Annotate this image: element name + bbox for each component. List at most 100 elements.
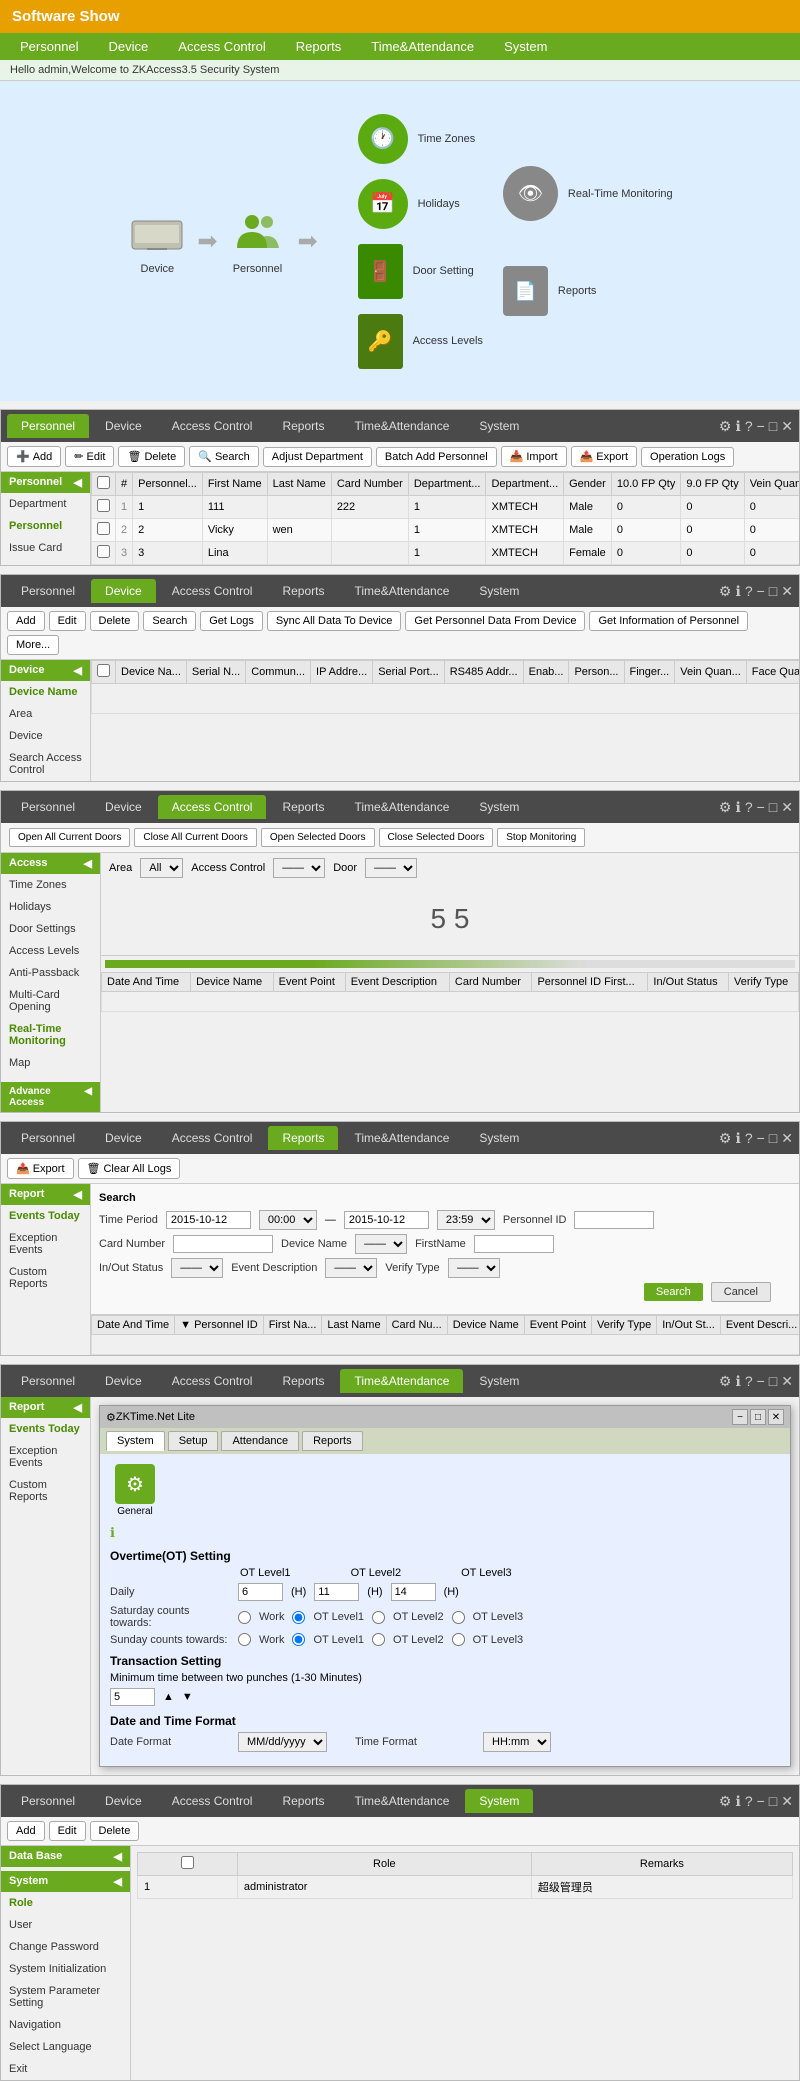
s1-tab-system[interactable]: System (465, 414, 533, 438)
col-firstname[interactable]: First Name (202, 473, 267, 496)
s3-tab-access[interactable]: Access Control (158, 795, 267, 819)
s5-tab-access[interactable]: Access Control (158, 1369, 267, 1393)
sidebar-anti-passback[interactable]: Anti-Passback (1, 962, 100, 984)
col-eventpoint[interactable]: Event Point (273, 973, 345, 992)
maximize-icon[interactable]: □ (769, 1373, 777, 1390)
sidebar-personnel[interactable]: Personnel (1, 515, 90, 537)
close-icon[interactable]: ✕ (781, 583, 793, 600)
nav-item-time-attendance[interactable]: Time&Attendance (371, 39, 474, 54)
sidebar-change-pwd[interactable]: Change Password (1, 1936, 130, 1958)
sidebar-events-today[interactable]: Events Today (1, 1205, 90, 1227)
sidebar-sys-param[interactable]: System Parameter Setting (1, 1980, 130, 2014)
info-icon[interactable]: ℹ (735, 1373, 740, 1390)
s3-tab-system[interactable]: System (465, 795, 533, 819)
minimize-icon[interactable]: − (757, 1373, 765, 1390)
col-remarks[interactable]: Remarks (531, 1853, 792, 1876)
s1-tab-personnel[interactable]: Personnel (7, 414, 89, 438)
sidebar-sys-init[interactable]: System Initialization (1, 1958, 130, 1980)
col-personnelid[interactable]: Personnel... (133, 473, 203, 496)
s6-tab-device[interactable]: Device (91, 1789, 156, 1813)
delete-btn[interactable]: Delete (90, 611, 140, 631)
ta-close-btn[interactable]: ✕ (768, 1409, 784, 1425)
table-row[interactable]: 1 administrator 超级管理员 (138, 1876, 793, 1899)
batch-add-button[interactable]: Batch Add Personnel (376, 447, 497, 467)
settings-icon[interactable]: ⚙ (719, 1130, 732, 1147)
close-icon[interactable]: ✕ (781, 1793, 793, 1810)
help-icon[interactable]: ? (745, 1130, 753, 1147)
close-icon[interactable]: ✕ (781, 418, 793, 435)
ot-level1-daily-input[interactable] (238, 1583, 283, 1601)
sun-ot2-radio[interactable] (372, 1633, 385, 1646)
from-date-input[interactable] (166, 1211, 251, 1229)
sys-toggle[interactable]: ◀ (114, 1875, 122, 1888)
stop-monitoring-btn[interactable]: Stop Monitoring (497, 828, 585, 847)
sidebar-toggle[interactable]: ◀ (74, 1188, 82, 1201)
close-selected-btn[interactable]: Close Selected Doors (379, 828, 494, 847)
clear-logs-btn[interactable]: 🗑 Clear All Logs (78, 1158, 181, 1179)
row-checkbox[interactable] (97, 499, 110, 512)
sidebar-custom[interactable]: Custom Reports (1, 1261, 90, 1295)
col-fp9[interactable]: 9.0 FP Qty (681, 473, 744, 496)
sidebar-issue-card[interactable]: Issue Card (1, 537, 90, 559)
s6-tab-personnel[interactable]: Personnel (7, 1789, 89, 1813)
col-eventdesc[interactable]: Event Description (345, 973, 449, 992)
s4-tab-ta[interactable]: Time&Attendance (340, 1126, 463, 1150)
minimize-icon[interactable]: − (757, 583, 765, 600)
sys-select-all[interactable] (181, 1856, 194, 1869)
export-button[interactable]: 📤 Export (571, 446, 638, 467)
s3-tab-device[interactable]: Device (91, 795, 156, 819)
ta-tab-system[interactable]: System (106, 1431, 165, 1451)
search-button[interactable]: 🔍 Search (189, 446, 259, 467)
nav-item-access-control[interactable]: Access Control (178, 39, 265, 54)
sun-ot1-radio[interactable] (292, 1633, 305, 1646)
sidebar-holidays[interactable]: Holidays (1, 896, 100, 918)
s1-tab-reports[interactable]: Reports (268, 414, 338, 438)
col-verify[interactable]: Verify Type (592, 1316, 657, 1335)
settings-icon[interactable]: ⚙ (719, 799, 732, 816)
sidebar-nav[interactable]: Navigation (1, 2014, 130, 2036)
sidebar-toggle[interactable]: ◀ (74, 1401, 82, 1414)
add-button[interactable]: ➕ Add (7, 446, 61, 467)
col-cardnum[interactable]: Card Number (449, 973, 532, 992)
col-commun[interactable]: Commun... (246, 661, 311, 684)
col-enabled[interactable]: Enab... (523, 661, 569, 684)
sat-ot1-radio[interactable] (292, 1611, 305, 1624)
sys-add-btn[interactable]: Add (7, 1821, 45, 1841)
min-down-btn[interactable]: ▼ (182, 1691, 193, 1703)
col-personnelid[interactable]: ▼ Personnel ID (175, 1316, 264, 1335)
s1-tab-ta[interactable]: Time&Attendance (340, 414, 463, 438)
nav-item-reports[interactable]: Reports (296, 39, 342, 54)
sidebar-exit[interactable]: Exit (1, 2058, 130, 2080)
col-role[interactable]: Role (237, 1853, 531, 1876)
sidebar-search-access[interactable]: Search Access Control (1, 747, 90, 781)
s3-tab-reports[interactable]: Reports (268, 795, 338, 819)
edit-btn[interactable]: Edit (49, 611, 86, 631)
sidebar-language[interactable]: Select Language (1, 2036, 130, 2058)
s5-tab-device[interactable]: Device (91, 1369, 156, 1393)
sidebar-events-today[interactable]: Events Today (1, 1418, 90, 1440)
sidebar-device[interactable]: Device (1, 725, 90, 747)
col-vein[interactable]: Vein Quantity (744, 473, 799, 496)
sidebar-realtime[interactable]: Real-Time Monitoring (1, 1018, 100, 1052)
maximize-icon[interactable]: □ (769, 1793, 777, 1810)
help-icon[interactable]: ? (745, 583, 753, 600)
db-toggle[interactable]: ◀ (114, 1850, 122, 1863)
maximize-icon[interactable]: □ (769, 418, 777, 435)
col-lastname[interactable]: Last Name (322, 1316, 386, 1335)
export-btn[interactable]: 📤 Export (7, 1158, 74, 1179)
col-ip[interactable]: IP Addre... (311, 661, 373, 684)
sidebar-access-levels[interactable]: Access Levels (1, 940, 100, 962)
col-fp10[interactable]: 10.0 FP Qty (611, 473, 681, 496)
col-dept2[interactable]: Department... (486, 473, 564, 496)
nav-item-device[interactable]: Device (109, 39, 149, 54)
help-icon[interactable]: ? (745, 418, 753, 435)
maximize-icon[interactable]: □ (769, 583, 777, 600)
more-btn[interactable]: More... (7, 635, 59, 655)
row-checkbox[interactable] (97, 545, 110, 558)
s4-tab-personnel[interactable]: Personnel (7, 1126, 89, 1150)
add-btn[interactable]: Add (7, 611, 45, 631)
col-lastname[interactable]: Last Name (267, 473, 331, 496)
s4-tab-access[interactable]: Access Control (158, 1126, 267, 1150)
sidebar-door-settings[interactable]: Door Settings (1, 918, 100, 940)
sidebar-user[interactable]: User (1, 1914, 130, 1936)
